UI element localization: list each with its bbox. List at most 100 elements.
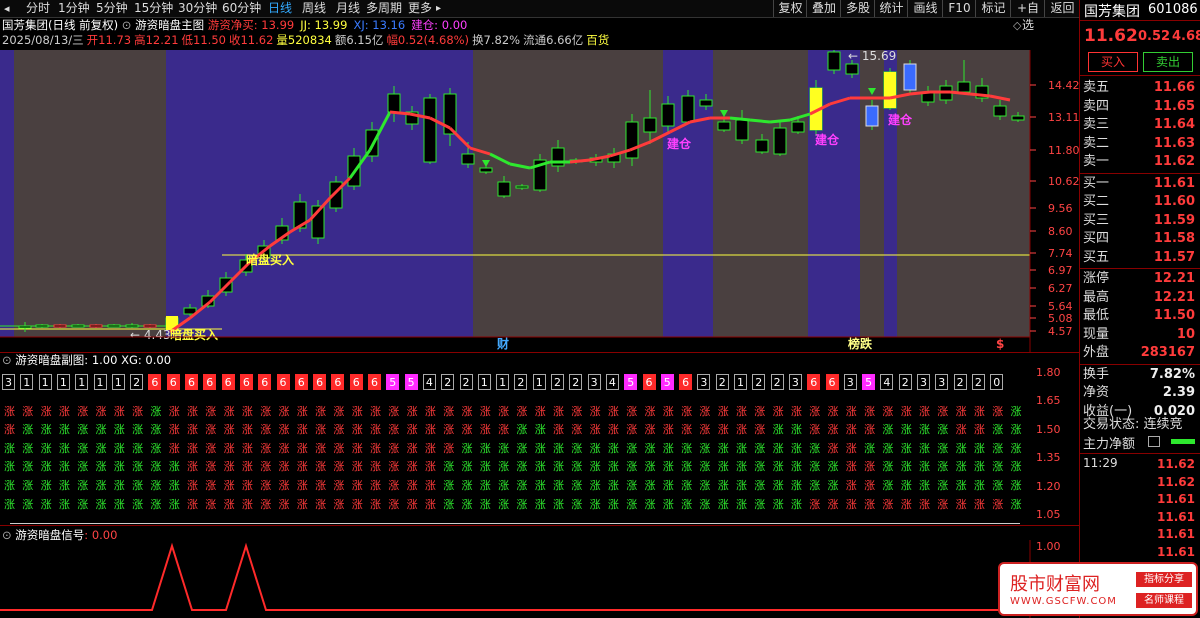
tab-2[interactable]: 5分钟 <box>96 0 128 17</box>
zhang-cell: 涨 <box>260 405 272 418</box>
zhang-cell: 涨 <box>132 498 144 511</box>
price-axis-label: 7.74 <box>1048 247 1073 260</box>
sub1-title[interactable]: 游资暗盘副图 <box>15 353 84 367</box>
zhang-cell: 涨 <box>315 479 327 492</box>
bid-row-0: 买一 11.61 <box>1083 175 1200 193</box>
zhang-cell: 涨 <box>882 479 894 492</box>
sub2-signal-chart[interactable] <box>0 540 1079 618</box>
chart-mode: (日线 前复权) <box>48 18 119 32</box>
toolbar-btn-3[interactable]: 统计 <box>874 0 908 17</box>
chart-annotation-4: 建仓 <box>887 112 913 127</box>
zhang-cell: 涨 <box>150 442 162 455</box>
sub1-box: 5 <box>624 374 638 390</box>
toolbar-btn-1[interactable]: 叠加 <box>806 0 841 17</box>
main-kline-chart[interactable]: 14.42 13.11 11.80 10.62 9.56 8.60 7.74 6.97 6.27… <box>0 50 1079 352</box>
toolbar-btn-7[interactable]: +自选 <box>1010 0 1045 32</box>
zhang-cell: 涨 <box>534 405 546 418</box>
zhang-cell: 涨 <box>1010 479 1022 492</box>
candle <box>533 154 547 192</box>
sub1-box: 1 <box>734 374 747 390</box>
tab-4[interactable]: 30分钟 <box>178 0 217 17</box>
zhang-cell: 涨 <box>534 442 546 455</box>
zhang-cell: 涨 <box>900 423 912 436</box>
zhang-cell: 涨 <box>315 442 327 455</box>
zhang-cell: 涨 <box>370 442 381 455</box>
zhang-cell: 涨 <box>717 498 729 511</box>
prev-arrow-icon[interactable]: ◂ <box>4 0 10 17</box>
sub1-box: 1 <box>532 374 546 390</box>
zhang-cell: 涨 <box>95 479 107 492</box>
sub1-box: 1 <box>20 374 34 390</box>
zhang-cell: 涨 <box>955 442 967 455</box>
collapse-icon[interactable]: ⊙ <box>2 353 12 367</box>
toolbar-btn-2[interactable]: 多股 <box>840 0 875 17</box>
zhang-cell: 涨 <box>498 460 510 473</box>
zhang-cell: 涨 <box>553 498 564 511</box>
zhang-cell: 涨 <box>992 442 1004 455</box>
zhang-cell: 涨 <box>351 423 363 436</box>
indicator-value-3: 建仓: 0.00 <box>411 18 468 32</box>
tick-price: 11.61 <box>1157 544 1195 559</box>
zhang-cell: 涨 <box>443 405 455 418</box>
ask-row-2: 卖三 11.64 <box>1083 116 1200 134</box>
ohlc-field-1: 开11.73 <box>86 33 132 47</box>
stat2-value: 7.82% <box>1149 366 1195 382</box>
tab-1[interactable]: 1分钟 <box>58 0 90 17</box>
buy-button[interactable]: 买入 <box>1088 52 1138 72</box>
zhang-cell: 涨 <box>607 423 619 436</box>
zhang-cell: 涨 <box>296 479 308 492</box>
zhang-cell: 涨 <box>168 498 180 511</box>
sub1-box: 6 <box>349 374 363 390</box>
tab-10[interactable]: 更多 <box>408 0 432 17</box>
bid-row-2: 买三 11.59 <box>1083 212 1200 230</box>
zhang-cell: 涨 <box>589 442 601 455</box>
zhang-cell: 涨 <box>681 479 693 492</box>
tab-9[interactable]: 多周期 <box>366 0 402 17</box>
tab-0[interactable]: 分时 <box>26 0 50 17</box>
zhang-cell: 涨 <box>443 442 455 455</box>
tab-8[interactable]: 月线 <box>336 0 360 17</box>
toolbar-btn-5[interactable]: F10 <box>942 0 976 17</box>
chart-toggle-icon[interactable] <box>1148 436 1160 447</box>
zhang-cell: 涨 <box>553 442 564 455</box>
zhang-cell: 涨 <box>516 479 528 492</box>
toolbar-btn-8[interactable]: 返回 <box>1044 0 1080 17</box>
zhang-cell: 涨 <box>40 479 52 492</box>
dropdown-icon[interactable]: ⊙ <box>122 18 132 32</box>
zhang-cell: 涨 <box>205 460 217 473</box>
zhang-cell: 涨 <box>205 405 217 418</box>
toolbar-btn-0[interactable]: 复权 <box>773 0 807 17</box>
divider <box>1080 20 1200 21</box>
tab-3[interactable]: 15分钟 <box>134 0 173 17</box>
indicator-name[interactable]: 游资暗盘主图 <box>135 18 204 32</box>
zhang-cell: 涨 <box>662 405 674 418</box>
zhang-cell: 涨 <box>571 479 583 492</box>
stat-row-1: 最高 12.21 <box>1083 289 1200 307</box>
ask-row-0: 卖五 11.66 <box>1083 79 1200 97</box>
ask-price: 11.63 <box>1153 135 1195 151</box>
toolbar-btn-4[interactable]: 画线 <box>907 0 943 17</box>
ask-label: 卖三 <box>1083 117 1110 132</box>
sell-button[interactable]: 卖出 <box>1143 52 1193 72</box>
tab-7[interactable]: 周线 <box>302 0 326 17</box>
trend-line-segment <box>749 118 771 124</box>
tab-5[interactable]: 60分钟 <box>222 0 261 17</box>
stat-label: 涨停 <box>1083 271 1110 286</box>
more-arrow-icon[interactable]: ▸ <box>436 0 441 17</box>
ohlc-field-6: 额6.15亿 <box>334 33 384 47</box>
settings-diamond-icon[interactable]: ◇ <box>1013 19 1021 32</box>
toolbar-btn-6[interactable]: 标记 <box>975 0 1011 17</box>
zhang-cell: 涨 <box>370 479 381 492</box>
bid-row-4: 买五 11.57 <box>1083 249 1200 267</box>
zhang-cell: 涨 <box>626 423 638 436</box>
zhang-cell: 涨 <box>370 460 381 473</box>
tab-6[interactable]: 日线 <box>268 0 292 17</box>
ask-row-3: 卖二 11.63 <box>1083 135 1200 153</box>
zhang-cell: 涨 <box>205 423 217 436</box>
zhang-cell: 涨 <box>388 442 400 455</box>
zhang-cell: 涨 <box>40 442 52 455</box>
sub1-box: 3 <box>917 374 930 390</box>
ask-label: 卖一 <box>1083 154 1110 169</box>
watermark-url: WWW.GSCFW.COM <box>1010 596 1117 607</box>
zhang-cell: 涨 <box>845 498 857 511</box>
